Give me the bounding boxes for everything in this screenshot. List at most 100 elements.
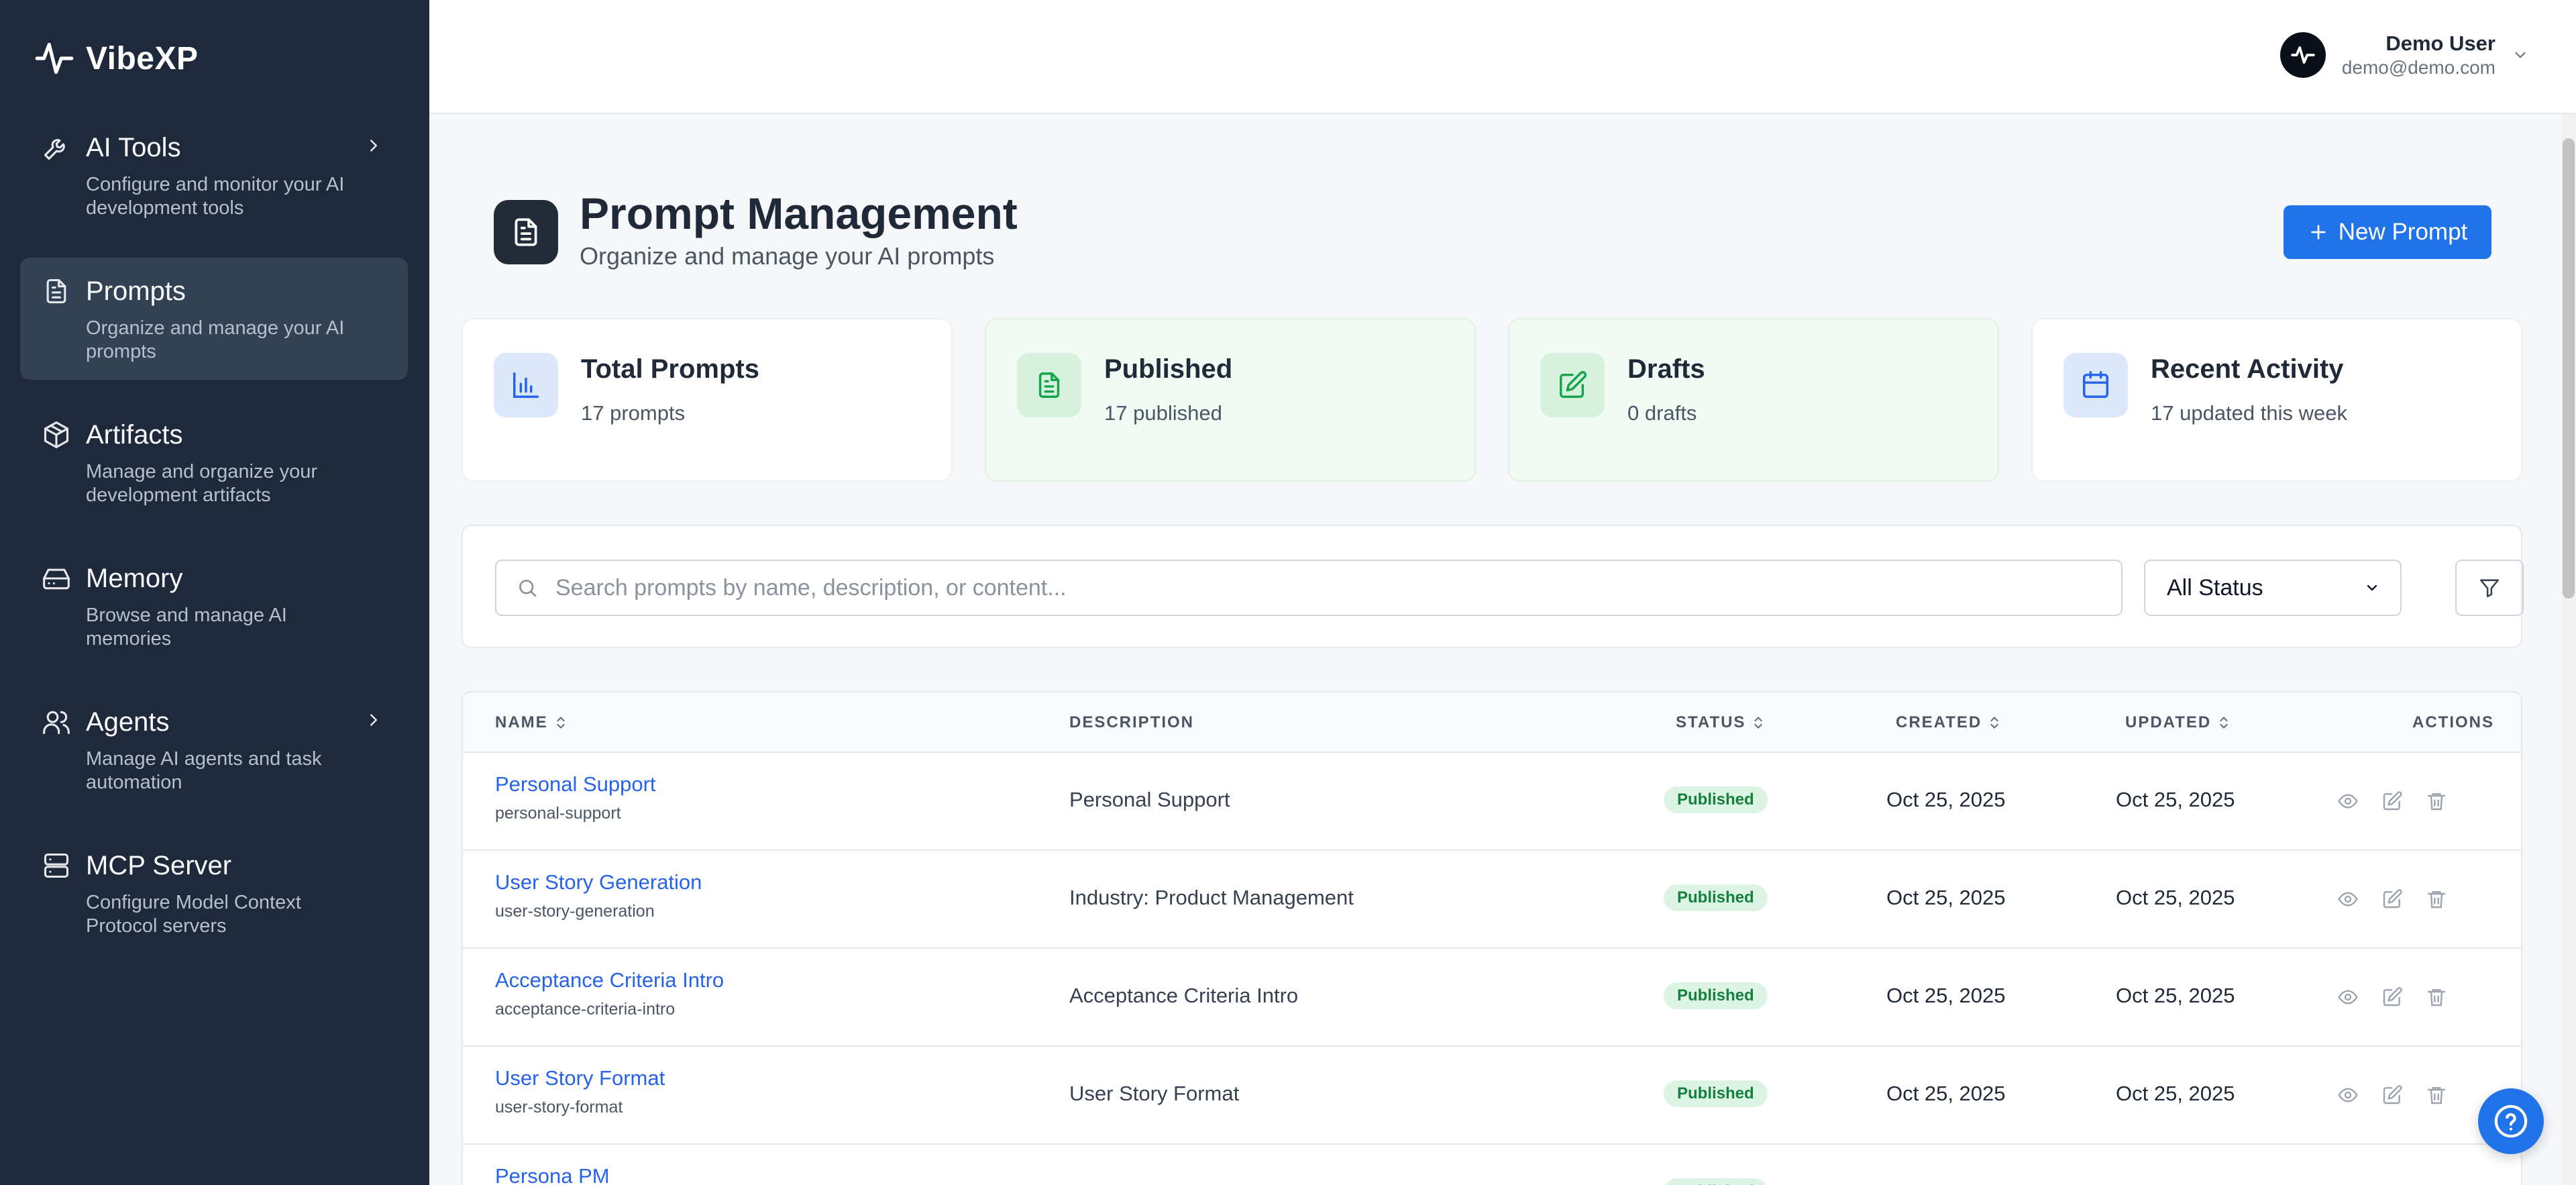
updated-date: Oct 25, 2025 [2116,788,2235,811]
status-badge: Published [1664,884,1768,911]
prompt-slug: user-story-format [495,1098,623,1117]
prompt-description: Acceptance Criteria Intro [1069,984,1299,1007]
column-header-description: DESCRIPTION [1069,692,1194,753]
view-icon[interactable] [2337,790,2359,812]
wrench-icon [42,133,71,162]
table-row: User Story Generation user-story-generat… [463,851,2521,949]
stat-label: Recent Activity [2151,354,2344,384]
trash-icon[interactable] [2426,986,2447,1008]
column-header-status[interactable]: STATUS [1676,692,1764,753]
prompt-name-link[interactable]: Personal Support [495,772,656,797]
view-icon[interactable] [2337,986,2359,1008]
avatar [2279,32,2326,78]
updated-date: Oct 25, 2025 [2116,1082,2235,1105]
package-icon [42,420,71,450]
sidebar: VibeXP AI Tools Configure and monitor yo… [0,0,429,1185]
new-prompt-button[interactable]: New Prompt [2284,205,2491,259]
stat-card-drafts: Drafts 0 drafts [1508,318,1999,482]
created-date: Oct 25, 2025 [1886,886,2006,909]
sort-icon [1988,715,2000,731]
sidebar-item-agents[interactable]: Agents Manage AI agents and task automat… [20,688,408,811]
edit-icon[interactable] [2381,888,2403,910]
column-header-label: ACTIONS [2412,713,2494,731]
sidebar-item-label: Agents [86,707,170,737]
user-menu[interactable]: Demo User demo@demo.com [2279,31,2529,79]
edit-icon[interactable] [2381,790,2403,812]
stat-value: 17 updated this week [2151,401,2347,425]
column-header-updated[interactable]: UPDATED [2125,692,2230,753]
edit-icon[interactable] [2381,1084,2403,1106]
column-header-created[interactable]: CREATED [1896,692,2000,753]
updated-date: Oct 25, 2025 [2116,984,2235,1007]
sort-icon [1752,715,1764,731]
chevron-right-icon[interactable] [364,710,384,730]
status-badge: Published [1664,786,1768,813]
status-badge: Published [1664,1178,1768,1185]
page-title: Prompt Management [580,189,1018,238]
filter-button[interactable] [2455,560,2524,616]
stat-value: 17 prompts [581,401,686,425]
trash-icon[interactable] [2426,888,2447,910]
document-icon [42,276,71,306]
prompt-name-link[interactable]: User Story Format [495,1066,665,1091]
sidebar-nav: AI Tools Configure and monitor your AI d… [20,114,408,976]
prompt-description: User Story Format [1069,1082,1240,1105]
edit-icon [1540,353,1605,417]
table-row: User Story Format user-story-format User… [463,1047,2521,1145]
sidebar-item-label: Artifacts [86,420,183,450]
document-icon [494,200,558,264]
prompt-name-link[interactable]: User Story Generation [495,870,702,895]
column-header-name[interactable]: NAME [495,692,567,753]
status-select[interactable]: All Status [2144,560,2402,616]
table-row: Persona PM Published [463,1145,2521,1185]
created-date: Oct 25, 2025 [1886,788,2006,811]
filter-icon [2478,576,2501,599]
sidebar-item-ai-tools[interactable]: AI Tools Configure and monitor your AI d… [20,114,408,236]
server-icon [42,851,71,880]
sidebar-item-mcp-server[interactable]: MCP Server Configure Model Context Proto… [20,832,408,954]
help-button[interactable] [2478,1088,2544,1154]
bar-chart-icon [494,353,558,417]
column-header-label: UPDATED [2125,713,2212,731]
stat-value: 17 published [1104,401,1222,425]
app-name: VibeXP [86,40,199,76]
chevron-right-icon[interactable] [364,136,384,156]
sidebar-item-memory[interactable]: Memory Browse and manage AI memories [20,545,408,667]
view-icon[interactable] [2337,888,2359,910]
sidebar-item-label: AI Tools [86,133,181,162]
sidebar-item-label: MCP Server [86,851,232,880]
sort-icon [555,715,567,731]
stat-card-recent-activity: Recent Activity 17 updated this week [2031,318,2522,482]
created-date: Oct 25, 2025 [1886,984,2006,1007]
prompts-table: NAME DESCRIPTION STATUS CREATED UPDATED … [462,691,2522,1185]
document-icon [1017,353,1081,417]
sidebar-item-desc: Manage AI agents and task automation [86,748,322,793]
sidebar-item-prompts[interactable]: Prompts Organize and manage your AI prom… [20,258,408,380]
prompt-name-link[interactable]: Acceptance Criteria Intro [495,968,724,993]
prompt-description: Industry: Product Management [1069,886,1354,909]
users-icon [42,707,71,737]
sidebar-item-artifacts[interactable]: Artifacts Manage and organize your devel… [20,401,408,523]
status-badge: Published [1664,982,1768,1009]
hard-drive-icon [42,564,71,593]
status-select-value: All Status [2167,574,2263,601]
sidebar-item-desc: Organize and manage your AI prompts [86,317,345,362]
help-circle-icon [2492,1102,2530,1140]
view-icon[interactable] [2337,1084,2359,1106]
column-header-label: CREATED [1896,713,1982,731]
prompt-name-link[interactable]: Persona PM [495,1164,610,1185]
brand-logo[interactable]: VibeXP [34,35,199,82]
chevron-down-icon[interactable] [2512,46,2529,64]
user-email: demo@demo.com [2341,57,2496,78]
trash-icon[interactable] [2426,1084,2447,1106]
main-content: Prompt Management Organize and manage yo… [429,114,2576,1185]
plus-icon [2308,221,2329,243]
new-prompt-label: New Prompt [2338,219,2468,245]
search-input[interactable] [555,574,2121,601]
trash-icon[interactable] [2426,790,2447,812]
search-box [495,560,2123,616]
edit-icon[interactable] [2381,986,2403,1008]
search-icon [517,577,538,599]
sidebar-item-desc: Configure Model Context Protocol servers [86,892,301,937]
scrollbar-thumb[interactable] [2563,138,2575,599]
